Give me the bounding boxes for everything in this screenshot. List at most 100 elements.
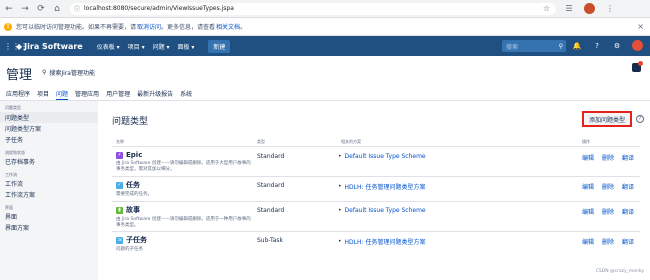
add-issue-type-button[interactable]: 添加问题类型 — [582, 111, 632, 127]
column-header-schemes: 相关的方案 — [341, 139, 361, 144]
app-switcher-icon[interactable]: ⋮⋮⋮ — [4, 42, 28, 51]
jira-logo-icon: ◆ — [16, 41, 23, 51]
sidebar-section-title: 问题类型 — [5, 105, 21, 110]
nav-dashboards[interactable]: 仪表板 ▾ — [97, 42, 120, 51]
epic-icon: ⚡ — [116, 151, 123, 159]
table-row: ⇲ 子任务 问题的子任务 Sub-Task • HDLH: 任务管理问题类型方案… — [112, 232, 640, 257]
search-icon: ⚲ — [558, 42, 563, 50]
sidebar-item-screens[interactable]: 界面 — [0, 211, 98, 222]
scheme-link[interactable]: Default Issue Type Scheme — [345, 153, 426, 160]
create-button[interactable]: 新建 — [208, 39, 231, 53]
tab-manage-apps[interactable]: 管理应用 — [75, 89, 99, 100]
delete-link[interactable]: 删除 — [602, 237, 614, 246]
issue-type-kind: Standard — [257, 182, 285, 189]
bookmark-star-icon[interactable]: ☆ — [543, 4, 550, 13]
admin-notification-icon[interactable] — [632, 61, 643, 72]
help-icon[interactable]: ? — [636, 115, 644, 123]
delete-link[interactable]: 删除 — [602, 207, 614, 216]
issue-type-kind: Standard — [257, 153, 285, 160]
sidebar-item-workflow-schemes[interactable]: 工作流方案 — [0, 189, 98, 200]
docs-link[interactable]: 相关文档 — [216, 22, 240, 31]
sidebar-item-workflows[interactable]: 工作流 — [0, 178, 98, 189]
jira-logo[interactable]: ◆ Jira Software — [16, 42, 83, 51]
task-icon: ✓ — [116, 181, 123, 189]
tab-applications[interactable]: 应用程序 — [6, 89, 30, 100]
subtask-icon: ⇲ — [116, 236, 123, 244]
tab-projects[interactable]: 项目 — [37, 89, 49, 100]
settings-gear-icon[interactable]: ⚙ — [612, 41, 622, 51]
info-icon[interactable]: ⓘ — [74, 4, 80, 13]
row-operations: 编辑 删除 翻译 — [582, 182, 634, 191]
translate-link[interactable]: 翻译 — [622, 153, 634, 162]
issue-type-name: 故事 — [126, 206, 140, 214]
row-operations: 编辑 删除 翻译 — [582, 237, 634, 246]
column-header-name: 名称 — [116, 139, 124, 144]
page-title: 管理 — [6, 68, 33, 83]
forward-icon[interactable]: → — [18, 2, 32, 16]
admin-tabs: 应用程序 项目 问题 管理应用 用户管理 最新升级报告 系统 — [6, 89, 192, 100]
user-avatar[interactable] — [632, 40, 643, 51]
browser-menu-icon[interactable]: ⋮ — [605, 4, 615, 14]
back-icon[interactable]: ← — [2, 2, 16, 16]
nav-projects[interactable]: 项目 ▾ — [128, 42, 145, 51]
notifications-icon[interactable]: 🔔 — [572, 41, 582, 51]
search-placeholder: 搜索 — [506, 43, 519, 51]
nav-issues[interactable]: 问题 ▾ — [153, 42, 170, 51]
sidebar-item-issue-type-schemes[interactable]: 问题类型方案 — [0, 123, 98, 134]
section-title: 问题类型 — [112, 117, 149, 127]
bullet-icon: • — [338, 238, 342, 245]
extensions-icon[interactable]: ☰ — [564, 4, 574, 14]
close-icon[interactable]: × — [637, 22, 644, 31]
admin-access-banner: ! 您可以临时访问管理功能。如果不再需要，请 取消访问 。更多信息，请查看 相关… — [0, 18, 650, 36]
tab-user-management[interactable]: 用户管理 — [106, 89, 130, 100]
issue-type-kind: Sub-Task — [257, 237, 283, 244]
sidebar-item-archived-issues[interactable]: 已存档事务 — [0, 156, 98, 167]
tab-issues[interactable]: 问题 — [56, 89, 69, 100]
sidebar-item-screen-schemes[interactable]: 界面方案 — [0, 222, 98, 233]
sidebar: 问题类型 问题类型 问题类型方案 子任务 流程和状态 已存档事务 工作流 工作流… — [0, 101, 98, 280]
reload-icon[interactable]: ⟳ — [34, 2, 48, 16]
issue-type-description: 需要完成的任务。 — [116, 192, 152, 197]
translate-link[interactable]: 翻译 — [622, 182, 634, 191]
admin-search[interactable]: ⚲ 搜索Jira管理功能 — [42, 68, 95, 77]
row-operations: 编辑 删除 翻译 — [582, 207, 634, 216]
jira-logo-text: Jira Software — [24, 41, 83, 51]
translate-link[interactable]: 翻译 — [622, 207, 634, 216]
scheme-link-row: • HDLH: 任务管理问题类型方案 — [338, 182, 425, 191]
scheme-link[interactable]: Default Issue Type Scheme — [345, 207, 426, 214]
header-search-input[interactable]: 搜索 ⚲ — [502, 40, 566, 52]
bullet-icon: • — [338, 207, 342, 214]
translate-link[interactable]: 翻译 — [622, 237, 634, 246]
edit-link[interactable]: 编辑 — [582, 182, 594, 191]
delete-link[interactable]: 删除 — [602, 153, 614, 162]
sidebar-item-issue-types[interactable]: 问题类型 — [0, 112, 98, 123]
address-bar[interactable]: ⓘ localhost:8080/secure/admin/ViewIssueT… — [70, 2, 556, 15]
scheme-link[interactable]: HDLH: 任务管理问题类型方案 — [345, 237, 426, 246]
edit-link[interactable]: 编辑 — [582, 207, 594, 216]
sidebar-item-subtasks[interactable]: 子任务 — [0, 134, 98, 145]
profile-avatar[interactable] — [584, 3, 595, 14]
tab-system[interactable]: 系统 — [180, 89, 192, 100]
scheme-link[interactable]: HDLH: 任务管理问题类型方案 — [345, 182, 426, 191]
banner-text: 您可以临时访问管理功能。如果不再需要，请 — [16, 24, 137, 31]
column-header-type: 类型 — [257, 139, 265, 144]
issue-type-name: 任务 — [126, 181, 140, 189]
admin-search-label[interactable]: 搜索Jira管理功能 — [49, 68, 95, 77]
revoke-access-link[interactable]: 取消访问 — [137, 22, 161, 31]
jira-header: ⋮⋮⋮ ◆ Jira Software 仪表板 ▾ 项目 ▾ 问题 ▾ 面板 ▾… — [0, 36, 650, 56]
banner-text-mid: 。更多信息，请查看 — [161, 24, 216, 31]
watermark: CSDN @crazy_monky — [595, 269, 644, 274]
table-header-divider — [112, 146, 640, 147]
edit-link[interactable]: 编辑 — [582, 153, 594, 162]
browser-toolbar: ← → ⟳ ⌂ ⓘ localhost:8080/secure/admin/Vi… — [0, 0, 650, 18]
nav-boards[interactable]: 面板 ▾ — [178, 42, 195, 51]
delete-link[interactable]: 删除 — [602, 182, 614, 191]
table-row: ▮ 故事 由 Jira Software 创建——请勿编辑或删除。适用于一种用户… — [112, 202, 640, 232]
story-icon: ▮ — [116, 206, 123, 214]
scheme-link-row: • Default Issue Type Scheme — [338, 153, 426, 160]
edit-link[interactable]: 编辑 — [582, 237, 594, 246]
url-text[interactable]: localhost:8080/secure/admin/ViewIssueTyp… — [84, 5, 234, 12]
home-icon[interactable]: ⌂ — [50, 2, 64, 16]
tab-upgrade-report[interactable]: 最新升级报告 — [137, 89, 173, 100]
help-icon[interactable]: ? — [592, 41, 602, 51]
